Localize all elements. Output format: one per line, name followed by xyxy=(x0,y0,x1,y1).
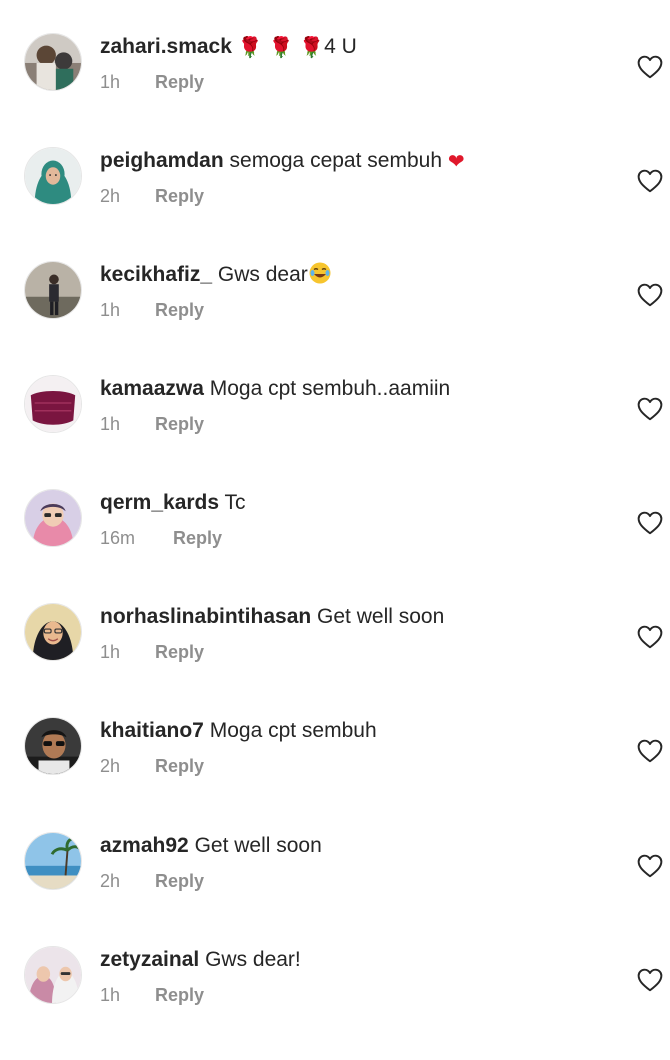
comment-text: 4 U xyxy=(324,35,357,58)
comment-text-line: qerm_kards Tc xyxy=(100,489,246,517)
comment-item: khaitiano7 Moga cpt sembuh 2h Reply xyxy=(0,717,670,831)
username-link[interactable]: azmah92 xyxy=(100,834,189,857)
avatar[interactable] xyxy=(24,33,82,91)
username-link[interactable]: khaitiano7 xyxy=(100,719,204,742)
username-link[interactable]: peighamdan xyxy=(100,149,224,172)
heart-outline-icon[interactable] xyxy=(637,283,663,307)
reply-button[interactable]: Reply xyxy=(155,300,204,320)
comment-item: kamaazwa Moga cpt sembuh..aamiin 1h Repl… xyxy=(0,375,670,489)
comment-text-line: peighamdan semoga cepat sembuh ❤ xyxy=(100,147,465,175)
heart-outline-icon[interactable] xyxy=(637,511,663,535)
rose-emoji: 🌹 xyxy=(268,35,294,59)
username-link[interactable]: zahari.smack xyxy=(100,35,232,58)
avatar[interactable] xyxy=(24,489,82,547)
comment-item: qerm_kards Tc 16m Reply xyxy=(0,489,670,603)
comment-text: Get well soon xyxy=(194,834,322,857)
comment-meta: 16m Reply xyxy=(100,526,222,550)
reply-button[interactable]: Reply xyxy=(155,414,204,434)
reply-button[interactable]: Reply xyxy=(155,756,204,776)
avatar[interactable] xyxy=(24,261,82,319)
comment-time: 1h xyxy=(100,985,121,1005)
username-link[interactable]: kecikhafiz_ xyxy=(100,263,212,286)
comment-text-line: zetyzainal Gws dear! xyxy=(100,946,301,974)
heart-outline-icon[interactable] xyxy=(637,397,663,421)
comment-text: Gws dear! xyxy=(205,948,301,971)
avatar[interactable] xyxy=(24,832,82,890)
heart-outline-icon[interactable] xyxy=(637,625,663,649)
comment-list: zahari.smack 🌹 🌹 🌹4 U 1h Reply peighamda… xyxy=(0,0,670,1024)
comment-meta: 2h Reply xyxy=(100,754,204,778)
comment-meta: 1h Reply xyxy=(100,70,204,94)
comment-text: Moga cpt sembuh xyxy=(209,719,377,742)
heart-outline-icon[interactable] xyxy=(637,739,663,763)
comment-meta: 1h Reply xyxy=(100,298,204,322)
avatar[interactable] xyxy=(24,946,82,1004)
rose-emoji: 🌹 xyxy=(237,35,263,59)
avatar[interactable] xyxy=(24,717,82,775)
heart-outline-icon[interactable] xyxy=(637,968,663,992)
comment-item: kecikhafiz_ Gws dear 1h Reply xyxy=(0,261,670,375)
comment-text-line: norhaslinabintihasan Get well soon xyxy=(100,603,444,631)
heart-outline-icon[interactable] xyxy=(637,169,663,193)
heart-outline-icon[interactable] xyxy=(637,854,663,878)
tears-of-joy-emoji xyxy=(308,261,332,285)
reply-button[interactable]: Reply xyxy=(155,642,204,662)
comment-text: Gws dear xyxy=(217,263,308,286)
avatar[interactable] xyxy=(24,375,82,433)
username-link[interactable]: kamaazwa xyxy=(100,377,204,400)
reply-button[interactable]: Reply xyxy=(155,72,204,92)
comment-text-line: zahari.smack 🌹 🌹 🌹4 U xyxy=(100,33,357,61)
comment-meta: 1h Reply xyxy=(100,983,204,1007)
rose-emoji: 🌹 xyxy=(299,35,325,59)
comment-text-line: kecikhafiz_ Gws dear xyxy=(100,261,332,289)
comment-item: zahari.smack 🌹 🌹 🌹4 U 1h Reply xyxy=(0,33,670,147)
username-link[interactable]: norhaslinabintihasan xyxy=(100,605,311,628)
username-link[interactable]: zetyzainal xyxy=(100,948,199,971)
comment-text: Moga cpt sembuh..aamiin xyxy=(209,377,451,400)
comment-item: peighamdan semoga cepat sembuh ❤ 2h Repl… xyxy=(0,147,670,261)
comment-time: 1h xyxy=(100,72,121,92)
comment-time: 1h xyxy=(100,300,121,320)
reply-button[interactable]: Reply xyxy=(155,985,204,1005)
comment-meta: 1h Reply xyxy=(100,412,204,436)
comment-meta: 1h Reply xyxy=(100,640,204,664)
comment-text-line: azmah92 Get well soon xyxy=(100,832,322,860)
comment-time: 2h xyxy=(100,871,121,891)
comment-time: 1h xyxy=(100,414,121,434)
comment-text-line: kamaazwa Moga cpt sembuh..aamiin xyxy=(100,375,450,403)
comment-text: Tc xyxy=(224,491,246,514)
username-link[interactable]: qerm_kards xyxy=(100,491,219,514)
heart-outline-icon[interactable] xyxy=(637,55,663,79)
comment-item: zetyzainal Gws dear! 1h Reply xyxy=(0,946,670,1060)
comment-time: 2h xyxy=(100,756,121,776)
reply-button[interactable]: Reply xyxy=(155,871,204,891)
reply-button[interactable]: Reply xyxy=(155,186,204,206)
comment-time: 16m xyxy=(100,528,136,548)
avatar[interactable] xyxy=(24,147,82,205)
comment-meta: 2h Reply xyxy=(100,184,204,208)
comment-time: 2h xyxy=(100,186,121,206)
comment-item: azmah92 Get well soon 2h Reply xyxy=(0,832,670,946)
comment-text-line: khaitiano7 Moga cpt sembuh xyxy=(100,717,377,745)
comment-item: norhaslinabintihasan Get well soon 1h Re… xyxy=(0,603,670,717)
comment-text: semoga cepat sembuh xyxy=(229,149,442,172)
red-heart-emoji: ❤ xyxy=(447,149,465,173)
comment-text: Get well soon xyxy=(317,605,445,628)
comment-time: 1h xyxy=(100,642,121,662)
reply-button[interactable]: Reply xyxy=(173,528,222,548)
avatar[interactable] xyxy=(24,603,82,661)
comment-meta: 2h Reply xyxy=(100,869,204,893)
